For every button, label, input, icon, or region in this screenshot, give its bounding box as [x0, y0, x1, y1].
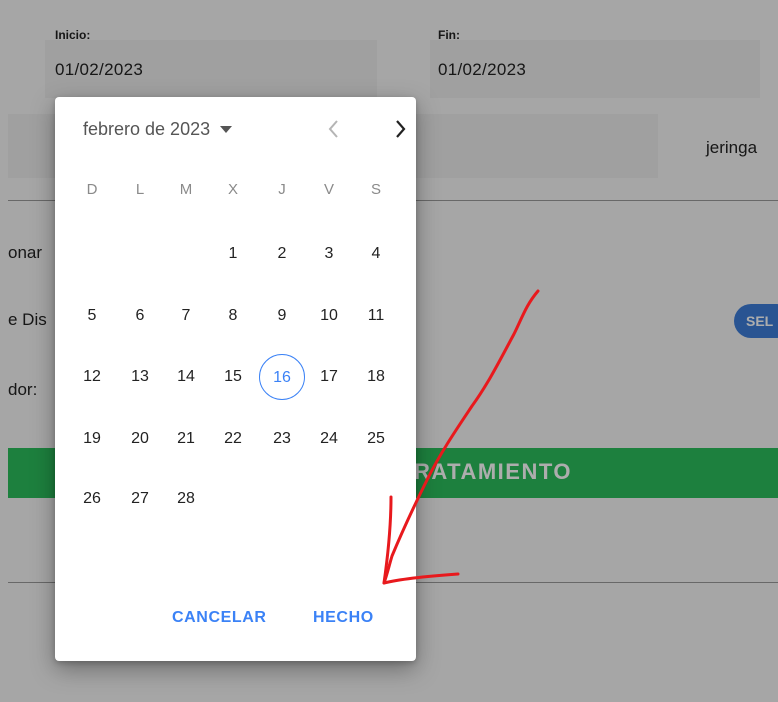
calendar-day[interactable]: 19 — [69, 416, 115, 462]
cancel-button[interactable]: CANCELAR — [172, 609, 267, 627]
weekday-label: D — [86, 181, 98, 198]
calendar-day[interactable]: 10 — [306, 293, 352, 339]
calendar-day[interactable]: 15 — [210, 354, 256, 400]
calendar-day[interactable]: 4 — [353, 231, 399, 277]
chevron-left-icon[interactable] — [320, 115, 348, 143]
calendar-day[interactable]: 5 — [69, 293, 115, 339]
calendar-day[interactable]: 27 — [117, 476, 163, 522]
dropdown-arrow-icon — [220, 126, 233, 133]
calendar-day[interactable]: 3 — [306, 231, 352, 277]
weekday-label: V — [323, 181, 334, 198]
calendar-day[interactable]: 20 — [117, 416, 163, 462]
calendar-day[interactable]: 13 — [117, 354, 163, 400]
calendar-day[interactable]: 23 — [259, 416, 305, 462]
chevron-right-icon[interactable] — [386, 115, 414, 143]
weekday-label: M — [179, 181, 193, 198]
calendar-day[interactable]: 22 — [210, 416, 256, 462]
calendar-day-today[interactable]: 16 — [259, 354, 305, 400]
calendar-day[interactable]: 1 — [210, 231, 256, 277]
done-button[interactable]: HECHO — [313, 609, 374, 627]
calendar-day[interactable]: 26 — [69, 476, 115, 522]
weekday-label: X — [227, 181, 238, 198]
weekday-label: J — [278, 181, 286, 198]
calendar-day[interactable]: 8 — [210, 293, 256, 339]
calendar-day[interactable]: 25 — [353, 416, 399, 462]
calendar-day[interactable]: 17 — [306, 354, 352, 400]
calendar-day[interactable]: 18 — [353, 354, 399, 400]
weekday-label: L — [135, 181, 145, 198]
calendar-day[interactable]: 24 — [306, 416, 352, 462]
month-year-label: febrero de 2023 — [83, 119, 211, 139]
calendar-day[interactable]: 7 — [163, 293, 209, 339]
calendar-day[interactable]: 28 — [163, 476, 209, 522]
calendar-day[interactable]: 6 — [117, 293, 163, 339]
calendar-day[interactable]: 11 — [353, 293, 399, 339]
calendar-day[interactable]: 9 — [259, 293, 305, 339]
month-year-selector[interactable]: febrero de 2023 — [83, 119, 233, 140]
calendar-day[interactable]: 21 — [163, 416, 209, 462]
date-picker-dialog: febrero de 2023 DLMXJVS 1 2 3 4 5 6 7 8 9 10 11 12 1… — [55, 97, 416, 661]
calendar-day[interactable]: 14 — [163, 354, 209, 400]
weekday-label: S — [370, 181, 381, 198]
calendar-day[interactable]: 2 — [259, 231, 305, 277]
calendar-day[interactable]: 12 — [69, 354, 115, 400]
